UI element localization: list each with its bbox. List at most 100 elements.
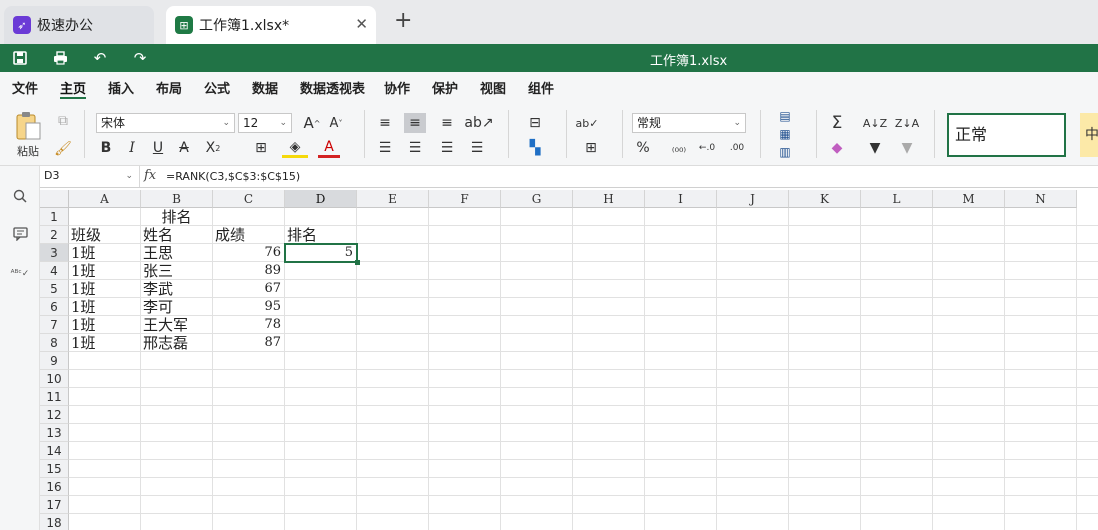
column-header-a[interactable]: A [69, 190, 141, 208]
cell-a2[interactable]: 班级 [69, 226, 141, 244]
row-header[interactable]: 5 [40, 280, 69, 298]
paste-icon[interactable] [12, 110, 44, 142]
align-middle-icon[interactable]: ≡ [404, 113, 426, 133]
comment-icon[interactable] [10, 224, 30, 244]
cell-a7[interactable]: 1班 [69, 316, 141, 334]
underline-icon[interactable]: U [148, 138, 168, 158]
cell-c4[interactable]: 89 [213, 262, 285, 280]
tab-workbook[interactable]: ⊞ 工作簿1.xlsx* ✕ [166, 6, 376, 44]
menu-home[interactable]: 主页 [60, 78, 86, 97]
font-name-select[interactable]: 宋体 ⌄ [96, 113, 235, 133]
borders-icon[interactable]: ⊞ [248, 138, 274, 158]
cell-format-icon[interactable]: ▥ [772, 144, 798, 160]
menu-data[interactable]: 数据 [252, 78, 278, 97]
align-top-icon[interactable]: ≡ [374, 113, 396, 133]
column-header-i[interactable]: I [645, 190, 717, 208]
align-bottom-icon[interactable]: ≡ [436, 113, 458, 133]
undo-icon[interactable]: ↶ [89, 48, 111, 68]
font-color-icon[interactable]: A [318, 138, 340, 158]
cell-style-normal[interactable]: 正常 [947, 113, 1066, 157]
row-header[interactable]: 9 [40, 352, 69, 370]
menu-collaborate[interactable]: 协作 [384, 78, 410, 97]
subscript-icon[interactable]: X2 [200, 138, 226, 158]
row-header[interactable]: 6 [40, 298, 69, 316]
cell-c5[interactable]: 67 [213, 280, 285, 298]
copy-icon[interactable]: ⧉ [54, 112, 72, 130]
redo-icon[interactable]: ↷ [129, 48, 151, 68]
cell-style-neutral[interactable]: 中 [1080, 113, 1098, 157]
save-icon[interactable] [9, 48, 31, 68]
cell-c7[interactable]: 78 [213, 316, 285, 334]
column-header-l[interactable]: L [861, 190, 933, 208]
format-as-table-icon[interactable]: ▦ [772, 126, 798, 142]
fill-color-icon[interactable]: ◈ [282, 138, 308, 158]
column-header-b[interactable]: B [141, 190, 213, 208]
menu-components[interactable]: 组件 [528, 78, 554, 97]
sort-ascending-icon[interactable]: A↓Z [863, 113, 887, 133]
align-center-icon[interactable]: ☰ [404, 138, 426, 158]
row-header[interactable]: 7 [40, 316, 69, 334]
decrease-font-icon[interactable]: A ˅ [326, 113, 346, 133]
increase-decimal-icon[interactable]: ←.0 [696, 138, 718, 158]
column-header-f[interactable]: F [429, 190, 501, 208]
column-header-m[interactable]: M [933, 190, 1005, 208]
conditional-format-icon[interactable]: ▤ [772, 108, 798, 124]
currency-format-icon[interactable]: ₍₀₀₎ [664, 138, 694, 158]
menu-view[interactable]: 视图 [480, 78, 506, 97]
cell-a5[interactable]: 1班 [69, 280, 141, 298]
cell-c3[interactable]: 76 [213, 244, 285, 262]
row-header[interactable]: 3 [40, 244, 69, 262]
cell-c8[interactable]: 87 [213, 334, 285, 352]
cell-a4[interactable]: 1班 [69, 262, 141, 280]
sort-descending-icon[interactable]: Z↓A [895, 113, 919, 133]
row-header[interactable]: 13 [40, 424, 69, 442]
row-header[interactable]: 1 [40, 208, 69, 226]
row-header[interactable]: 17 [40, 496, 69, 514]
wrap-text-icon[interactable]: ⊟ [520, 113, 550, 133]
cell-b8[interactable]: 邢志磊 [141, 334, 213, 352]
print-icon[interactable] [49, 48, 71, 68]
cell-b7[interactable]: 王大军 [141, 316, 213, 334]
cell-b4[interactable]: 张三 [141, 262, 213, 280]
cell-a3[interactable]: 1班 [69, 244, 141, 262]
column-header-c[interactable]: C [213, 190, 285, 208]
clear-filter-icon[interactable]: ▼ [896, 138, 918, 158]
align-right-icon[interactable]: ☰ [436, 138, 458, 158]
cell-a8[interactable]: 1班 [69, 334, 141, 352]
select-all-corner[interactable] [40, 190, 69, 208]
insert-cells-icon[interactable]: ⊞ [576, 138, 606, 158]
row-header[interactable]: 11 [40, 388, 69, 406]
tab-home[interactable]: ➶ 极速办公 [4, 6, 154, 44]
column-header-g[interactable]: G [501, 190, 573, 208]
text-orientation-icon[interactable]: ab↗ [464, 113, 493, 133]
row-header[interactable]: 4 [40, 262, 69, 280]
spellcheck-icon[interactable]: ab✓ [576, 113, 599, 133]
formula-input[interactable]: =RANK(C3,$C$3:$C$15) [166, 170, 300, 183]
decrease-decimal-icon[interactable]: .00 [726, 138, 748, 158]
row-header[interactable]: 10 [40, 370, 69, 388]
column-header-h[interactable]: H [573, 190, 645, 208]
cell-b2[interactable]: 姓名 [141, 226, 213, 244]
add-tab-icon[interactable]: + [394, 10, 412, 32]
cell-a1-title[interactable]: 排名 [69, 208, 285, 226]
justify-icon[interactable]: ☰ [466, 138, 488, 158]
increase-font-icon[interactable]: A ^ [302, 113, 322, 133]
format-painter-icon[interactable]: 🖌 [54, 140, 72, 158]
filter-icon[interactable]: ▼ [864, 138, 886, 158]
column-header-k[interactable]: K [789, 190, 861, 208]
cell-c2[interactable]: 成绩 [213, 226, 285, 244]
sum-icon[interactable]: Σ [826, 113, 848, 133]
cell-a6[interactable]: 1班 [69, 298, 141, 316]
row-header[interactable]: 8 [40, 334, 69, 352]
row-header[interactable]: 2 [40, 226, 69, 244]
menu-layout[interactable]: 布局 [156, 78, 182, 97]
column-header-d[interactable]: D [285, 190, 357, 208]
percent-icon[interactable]: % [632, 138, 654, 158]
column-header-e[interactable]: E [357, 190, 429, 208]
row-header[interactable]: 18 [40, 514, 69, 530]
column-header-n[interactable]: N [1005, 190, 1077, 208]
function-icon[interactable]: fx [144, 168, 156, 183]
font-size-select[interactable]: 12 ⌄ [238, 113, 292, 133]
bold-icon[interactable]: B [96, 138, 116, 158]
cell-b6[interactable]: 李可 [141, 298, 213, 316]
